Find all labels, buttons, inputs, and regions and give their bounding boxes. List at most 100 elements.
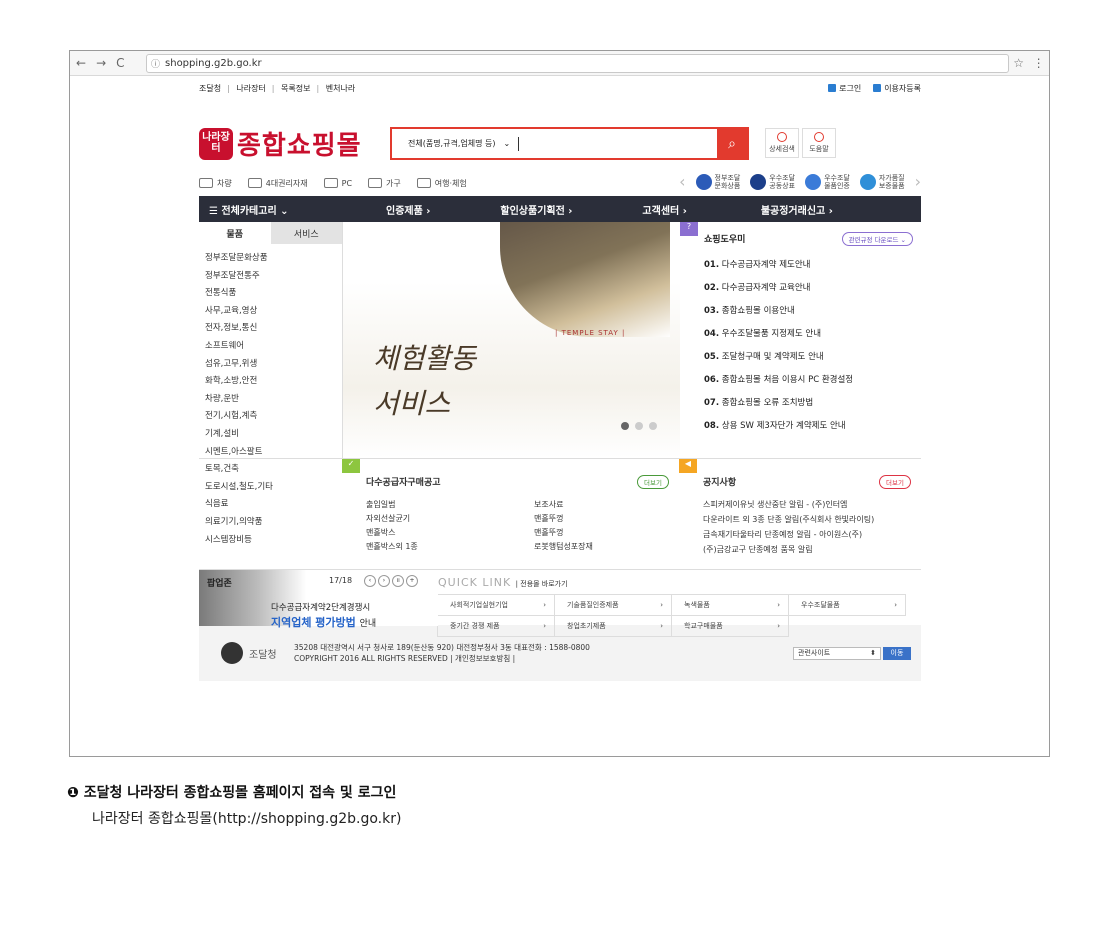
quicklink-item[interactable]: 녹색물품 › xyxy=(671,594,789,616)
quicklink-item[interactable]: 기술품질인증제품 › xyxy=(554,594,672,616)
site-logo[interactable]: 나라장터 종합쇼핑몰 xyxy=(199,125,362,162)
notice-item[interactable]: 스피커제이유닛 생산중단 알림 - (주)인터엠 xyxy=(703,499,921,514)
login-link[interactable]: 로그인 xyxy=(828,83,861,94)
partner-culture[interactable]: 정부조달 문화상품 xyxy=(695,173,740,190)
helper-item[interactable]: 04. 우수조달물품 지정제도 안내 xyxy=(704,327,921,350)
quick-link: QUICK LINK | 전용몰 바로가기 사회적기업실현기업 › 기술품질인증제품… xyxy=(437,570,921,637)
category-item[interactable]: 정부조달문화상품 xyxy=(205,250,342,268)
quicklink-item[interactable]: 우수조달물품 › xyxy=(788,594,906,616)
notice-more-button[interactable]: 더보기 xyxy=(879,475,911,489)
category-item[interactable]: 시스템장비등 xyxy=(205,532,342,550)
category-item[interactable]: 전자,정보,통신 xyxy=(205,320,342,338)
bookmark-star-icon[interactable]: ☆ xyxy=(1013,56,1024,70)
menu-support[interactable]: 고객센터 › xyxy=(642,202,686,217)
figure-caption: ❶ 조달청 나라장터 종합쇼핑몰 홈페이지 접속 및 로그인 xyxy=(67,785,397,801)
regulation-download-button[interactable]: 관련규정 다운로드 ⌄ xyxy=(841,232,913,246)
helper-item[interactable]: 08. 상용 SW 제3자단가 계약제도 안내 xyxy=(704,419,921,442)
popup-prev-icon[interactable]: ‹ xyxy=(364,575,376,587)
pager-dot-1[interactable] xyxy=(621,422,629,430)
category-item[interactable]: 시멘트,아스팔트 xyxy=(205,444,342,462)
mas-item[interactable]: 맨홀뚜껑 xyxy=(534,513,654,524)
quicklink-item[interactable]: 학교구매물품 › xyxy=(671,615,789,637)
mas-more-button[interactable]: 더보기 xyxy=(637,475,669,489)
category-pc[interactable]: PC xyxy=(323,178,352,188)
register-link[interactable]: 이용자등록 xyxy=(873,83,921,94)
tab-service[interactable]: 서비스 xyxy=(270,222,342,244)
notice-item[interactable]: 다운라이트 외 3종 단종 알림(주식회사 한빛라이팅) xyxy=(703,514,921,529)
next-arrow-icon[interactable]: › xyxy=(915,172,921,191)
helper-item[interactable]: 03. 종합쇼핑몰 이용안내 xyxy=(704,304,921,327)
category-item[interactable]: 차량,운반 xyxy=(205,391,342,409)
menu-certified[interactable]: 인증제품 › xyxy=(386,202,430,217)
category-materials[interactable]: 4대권리자재 xyxy=(247,178,308,189)
all-category-menu[interactable]: ☰ 전체카테고리 ⌄ xyxy=(199,202,342,217)
help-button[interactable]: 도움말 xyxy=(802,128,836,158)
main-banner[interactable]: | TEMPLE STAY | 체험활동 서비스 xyxy=(343,222,680,458)
category-item[interactable]: 소프트웨어 xyxy=(205,338,342,356)
notice-item[interactable]: (주)금강교구 단종예정 품목 알림 xyxy=(703,544,921,559)
mas-item[interactable]: 보조사료 xyxy=(534,499,654,510)
banner-pager xyxy=(621,422,657,430)
browser-menu-icon[interactable]: ⋮ xyxy=(1033,56,1045,70)
popup-zone[interactable]: 팝업존 17/18 ‹ › ॥ + 다수공급자계약2단계경쟁시 지역업체 평가방… xyxy=(199,570,438,629)
info-icon[interactable]: ⓘ xyxy=(151,57,160,70)
category-item[interactable]: 도로시설,철도,기타 xyxy=(205,479,342,497)
mas-item[interactable]: 로봇행텀성포장재 xyxy=(534,541,654,552)
helper-item[interactable]: 05. 조달청구매 및 계약제도 안내 xyxy=(704,350,921,373)
detail-search-button[interactable]: 상세검색 xyxy=(765,128,799,158)
mas-item[interactable]: 자외선살균기 xyxy=(366,513,534,524)
pager-dot-2[interactable] xyxy=(635,422,643,430)
partner-certified[interactable]: 우수조달 물품인증 xyxy=(805,173,850,190)
mas-item[interactable]: 출입일범 xyxy=(366,499,534,510)
helper-item[interactable]: 07. 종합쇼핑몰 오류 조치방법 xyxy=(704,396,921,419)
helper-item[interactable]: 02. 다수공급자계약 교육안내 xyxy=(704,281,921,304)
popup-next-icon[interactable]: › xyxy=(378,575,390,587)
helper-item[interactable]: 06. 종합쇼핑몰 처음 이용시 PC 환경설정 xyxy=(704,373,921,396)
popup-add-icon[interactable]: + xyxy=(406,575,418,587)
go-button[interactable]: 이동 xyxy=(883,646,911,660)
partner-joint[interactable]: 우수조달 공동상표 xyxy=(750,173,795,190)
category-item[interactable]: 토목,건축 xyxy=(205,461,342,479)
partner-quality[interactable]: 자가품질 보증물품 xyxy=(859,173,905,190)
prev-arrow-icon[interactable]: ‹ xyxy=(679,172,685,191)
mas-item[interactable]: 맨홀박스 xyxy=(366,527,534,538)
forward-icon[interactable]: → xyxy=(96,56,106,70)
toplink-pps[interactable]: 조달청 xyxy=(199,84,221,93)
category-item[interactable]: 화학,소방,안전 xyxy=(205,373,342,391)
category-item[interactable]: 기계,설비 xyxy=(205,426,342,444)
popup-pause-icon[interactable]: ॥ xyxy=(392,575,404,587)
toplink-catalog[interactable]: 목록정보 xyxy=(281,84,310,93)
related-site-select[interactable]: 관련사이트 ⬍ xyxy=(793,646,881,660)
category-item[interactable]: 의료기기,의약품 xyxy=(205,514,342,532)
quicklink-item[interactable]: 사회적기업실현기업 › xyxy=(437,594,555,616)
menu-discount[interactable]: 할인상품기획전 › xyxy=(500,202,572,217)
menu-report[interactable]: 불공정거래신고 › xyxy=(761,202,833,217)
category-vehicle[interactable]: 차량 xyxy=(199,178,232,189)
pager-dot-3[interactable] xyxy=(649,422,657,430)
back-icon[interactable]: ← xyxy=(76,56,86,70)
category-item[interactable]: 전기,시험,계측 xyxy=(205,408,342,426)
category-item[interactable]: 정부조달전통주 xyxy=(205,268,342,286)
category-item[interactable]: 전통식품 xyxy=(205,285,342,303)
category-travel[interactable]: 여행·체험 xyxy=(416,178,467,189)
reload-icon[interactable]: C xyxy=(116,56,124,70)
quicklink-item[interactable]: 중기간 경쟁 제품 › xyxy=(437,615,555,637)
search-input[interactable] xyxy=(518,136,520,151)
banner-tag: | TEMPLE STAY | xyxy=(555,329,626,337)
category-item[interactable]: 식음료 xyxy=(205,496,342,514)
tab-goods[interactable]: 물품 xyxy=(199,222,271,244)
search-category-select[interactable]: 전체(품명,규격,업체명 등) ⌄ xyxy=(392,138,510,149)
category-furniture[interactable]: 가구 xyxy=(368,178,401,189)
category-item[interactable]: 섬유,고무,위생 xyxy=(205,356,342,374)
quicklink-item[interactable]: 창업초기제품 › xyxy=(554,615,672,637)
helper-item[interactable]: 01. 다수공급자계약 제도안내 xyxy=(704,258,921,281)
category-item[interactable]: 사무,교육,영상 xyxy=(205,303,342,321)
address-bar[interactable]: ⓘ shopping.g2b.go.kr xyxy=(146,53,1009,73)
toplink-g2b[interactable]: 나라장터 xyxy=(236,84,265,93)
search-button[interactable]: ⌕ xyxy=(717,129,747,158)
main-content: 물품 서비스 정부조달문화상품 정부조달전통주 전통식품 사무,교육,영상 전자,정보,… xyxy=(199,222,921,545)
toplink-venture[interactable]: 벤처나라 xyxy=(326,84,355,93)
notice-item[interactable]: 금속재기타울타리 단종예정 알림 - 아이원스(주) xyxy=(703,529,921,544)
mas-item[interactable]: 맨홀박스외 1종 xyxy=(366,541,534,552)
mas-item[interactable]: 맨홀뚜껑 xyxy=(534,527,654,538)
